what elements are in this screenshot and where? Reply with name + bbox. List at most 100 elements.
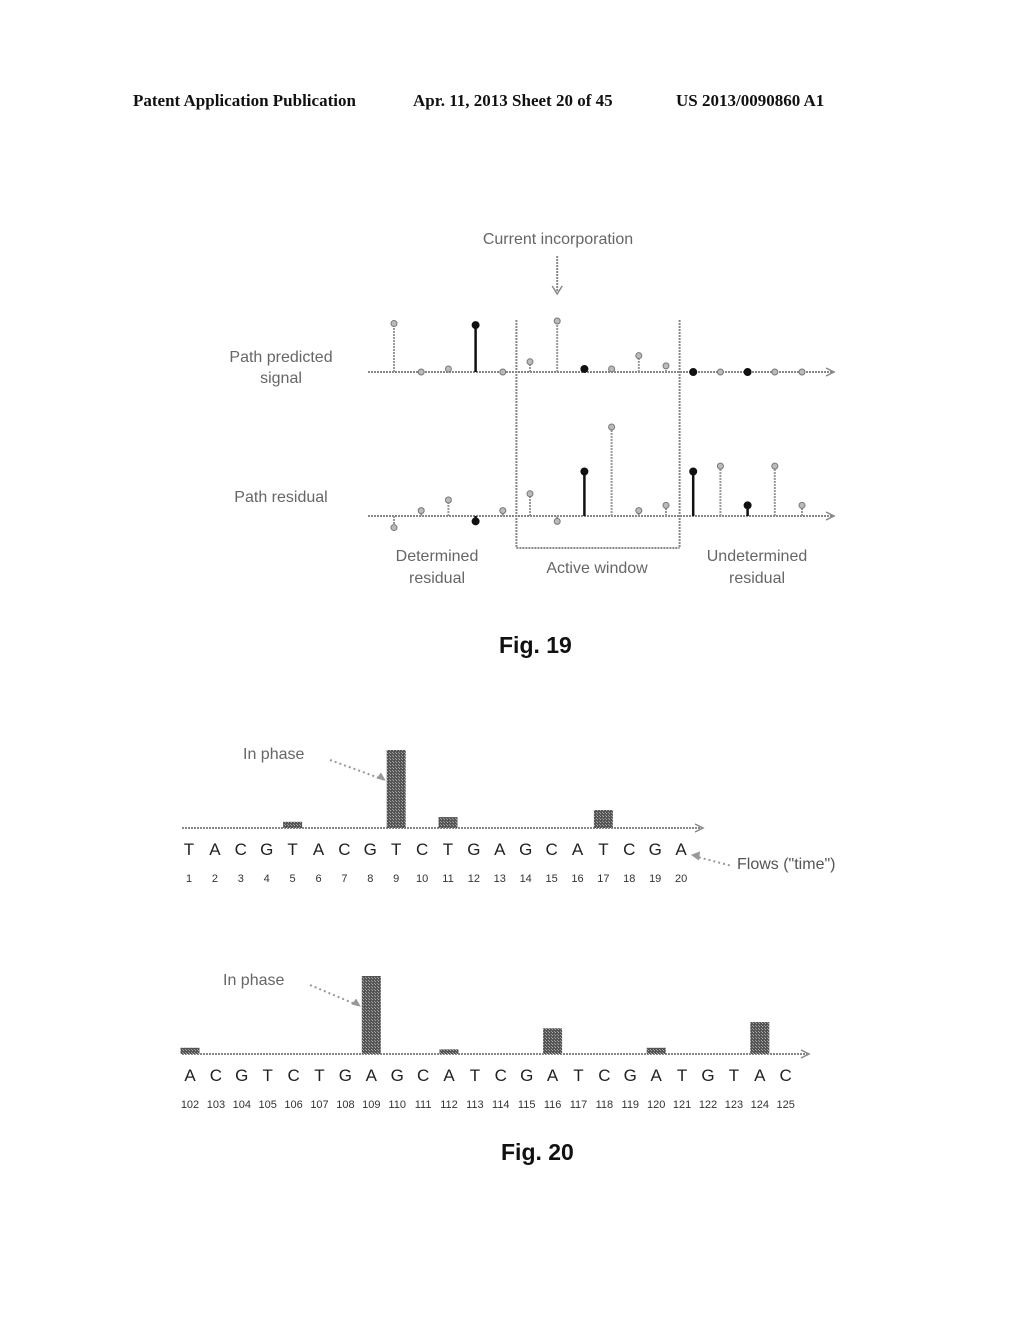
- flow-late-flow-number: 104: [233, 1099, 251, 1111]
- flow-base-label: T: [287, 840, 297, 859]
- flow-base-label: G: [649, 840, 662, 859]
- flow-base-label: G: [519, 840, 532, 859]
- flow-late-base-label: T: [314, 1066, 324, 1085]
- flow-late-flow-number: 110: [388, 1099, 406, 1111]
- flow-late-flow-number: 108: [336, 1099, 354, 1111]
- flow-flow-number: 14: [520, 873, 532, 885]
- residual-marker: [689, 467, 698, 476]
- residual-marker: [771, 462, 779, 470]
- flow-late-bar: [439, 1049, 459, 1054]
- flow-late-flow-number: 111: [415, 1099, 432, 1111]
- predicted-signal-marker: [635, 352, 643, 360]
- predicted-signal-marker: [390, 320, 398, 328]
- flow-late-base-label: G: [391, 1066, 404, 1085]
- flow-late-bar: [646, 1047, 666, 1054]
- residual-marker: [662, 501, 670, 509]
- flow-flow-number: 13: [494, 873, 506, 885]
- flow-late-in-phase-pointer: [309, 984, 361, 1007]
- flow-late-base-label: T: [677, 1066, 687, 1085]
- flow-late-flow-number: 103: [207, 1099, 225, 1111]
- predicted-signal-marker: [743, 368, 752, 376]
- flow-late-base-label: A: [754, 1066, 766, 1085]
- flow-late-flow-number: 118: [596, 1099, 614, 1111]
- flow-flow-number: 6: [315, 873, 321, 885]
- flow-flow-number: 8: [367, 873, 373, 885]
- residual-marker: [499, 507, 507, 515]
- flow-late-flow-number: 105: [259, 1099, 277, 1111]
- fig-20-top-chart: T 1 A 2 C 3 G 4 T 5 A 6 C 7 G 8 T 9 C 10 T 11 G 12 A 13 G 14 C 15 A 16 T…: [182, 750, 733, 885]
- pointer-arrow-icon: [376, 772, 386, 781]
- flow-base-label: G: [364, 840, 377, 859]
- flow-late-base-label: A: [184, 1066, 196, 1085]
- flow-bar: [283, 821, 303, 828]
- predicted-signal-marker: [580, 364, 589, 373]
- residual-marker: [417, 507, 425, 515]
- flow-late-flow-number: 107: [310, 1099, 328, 1111]
- flow-late-bar: [543, 1028, 563, 1054]
- figure-canvas: T 1 A 2 C 3 G 4 T 5 A 6 C 7 G 8 T 9 C 10 T 11 G 12 A 13 G 14 C 15 A 16 T…: [180, 256, 836, 1111]
- flow-flow-number: 12: [468, 873, 480, 885]
- fig-19-diagram: [368, 256, 836, 549]
- flow-late-base-label: C: [287, 1066, 299, 1085]
- flow-flow-number: 10: [416, 873, 428, 885]
- residual-marker: [743, 501, 752, 510]
- flow-late-base-label: G: [701, 1066, 714, 1085]
- flow-late-flow-number: 119: [622, 1099, 640, 1111]
- flow-base-label: A: [494, 840, 506, 859]
- flow-flow-number: 11: [442, 873, 453, 885]
- flow-late-bar: [750, 1022, 770, 1054]
- flow-late-flow-number: 102: [181, 1099, 199, 1111]
- flow-base-label: C: [338, 840, 350, 859]
- residual-marker: [635, 507, 643, 515]
- flow-late-base-label: G: [520, 1066, 533, 1085]
- flow-flow-number: 2: [212, 873, 218, 885]
- flows-pointer: [693, 855, 733, 867]
- flow-late-base-label: C: [780, 1066, 792, 1085]
- flow-late-base-label: G: [624, 1066, 637, 1085]
- residual-marker: [716, 462, 724, 470]
- flow-late-base-label: A: [651, 1066, 663, 1085]
- pointer-arrow-icon: [690, 851, 701, 861]
- predicted-signal-marker: [444, 365, 452, 373]
- flow-base-label: C: [545, 840, 557, 859]
- residual-marker: [580, 467, 589, 476]
- flow-flow-number: 4: [264, 873, 270, 885]
- flow-flow-number: 15: [545, 873, 557, 885]
- flow-base-label: T: [598, 840, 608, 859]
- residual-marker: [608, 423, 616, 431]
- flow-late-flow-number: 106: [284, 1099, 302, 1111]
- predicted-signal-marker: [417, 368, 425, 376]
- flow-flow-number: 20: [675, 873, 687, 885]
- flow-late-flow-number: 115: [518, 1099, 536, 1111]
- flow-flow-number: 9: [393, 873, 399, 885]
- flow-late-flow-number: 122: [699, 1099, 717, 1111]
- predicted-signal-marker: [662, 362, 670, 370]
- flow-flow-number: 18: [623, 873, 635, 885]
- residual-marker: [798, 501, 806, 509]
- flow-bar: [386, 750, 406, 828]
- flow-base-label: C: [235, 840, 247, 859]
- flow-late-base-label: C: [495, 1066, 507, 1085]
- flow-base-label: C: [623, 840, 635, 859]
- flow-late-flow-number: 109: [362, 1099, 380, 1111]
- predicted-signal-marker: [526, 358, 534, 366]
- flow-bar: [438, 817, 458, 828]
- flow-late-base-label: C: [598, 1066, 610, 1085]
- predicted-signal-marker: [689, 368, 698, 376]
- predicted-signal-marker: [716, 368, 724, 376]
- residual-marker: [526, 490, 534, 498]
- residual-marker: [471, 517, 480, 526]
- flow-late-flow-number: 121: [673, 1099, 691, 1111]
- residual-marker: [553, 517, 561, 525]
- flow-late-base-label: G: [339, 1066, 352, 1085]
- predicted-signal-marker: [553, 317, 561, 325]
- pointer-arrow-icon: [351, 998, 361, 1007]
- predicted-signal-marker: [471, 321, 480, 330]
- predicted-signal-marker: [608, 365, 616, 373]
- flow-late-bar: [361, 976, 381, 1054]
- flow-flow-number: 1: [186, 873, 192, 885]
- flow-late-flow-number: 125: [777, 1099, 795, 1111]
- flow-late-bar: [180, 1047, 200, 1054]
- flow-late-flow-number: 124: [751, 1099, 769, 1111]
- flow-base-label: T: [184, 840, 194, 859]
